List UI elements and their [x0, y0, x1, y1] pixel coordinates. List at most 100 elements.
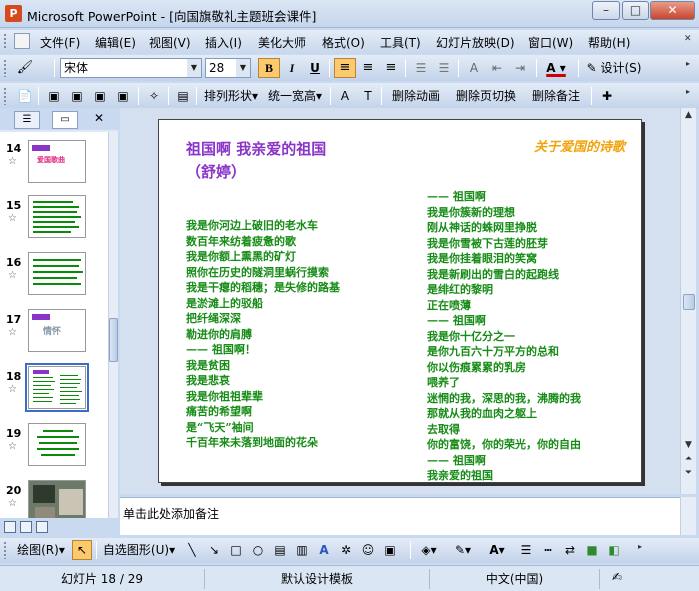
- previous-slide-icon[interactable]: ⏶: [681, 452, 696, 466]
- insert-picture-icon[interactable]: ▣: [380, 540, 400, 560]
- toolbar-grip[interactable]: [3, 59, 7, 77]
- diagram-icon[interactable]: ✲: [336, 540, 356, 560]
- vertical-textbox-icon[interactable]: ▥: [292, 540, 312, 560]
- current-slide[interactable]: 祖国啊 我亲爱的祖国 （舒婷） 关于爱国的诗歌 我是你河边上破旧的老水车 数百年来…: [158, 119, 642, 483]
- align-left-icon[interactable]: ≡: [334, 58, 356, 78]
- shadow-icon[interactable]: ■: [582, 540, 602, 560]
- page-icon[interactable]: ▤: [172, 86, 194, 106]
- bullet-list-icon[interactable]: ☰: [433, 58, 455, 78]
- delete-notes-button[interactable]: 删除备注: [526, 86, 586, 106]
- 3d-icon[interactable]: ◧: [604, 540, 624, 560]
- notes-placeholder[interactable]: 单击此处添加备注: [123, 505, 219, 522]
- menu-beautify[interactable]: 美化大师: [258, 34, 306, 51]
- minimize-button[interactable]: –: [592, 1, 620, 20]
- picture-icon[interactable]: ▣: [89, 86, 111, 106]
- scroll-up-icon[interactable]: ▲: [681, 108, 696, 122]
- chevron-down-icon[interactable]: ▼: [187, 59, 201, 77]
- draw-menu-button[interactable]: 绘图(R)▾: [12, 540, 70, 560]
- arrange-shapes-button[interactable]: 排列形状▾: [200, 86, 262, 106]
- decrease-indent-icon[interactable]: ⇤: [486, 58, 508, 78]
- font-size-combo[interactable]: 28 ▼: [205, 58, 251, 78]
- maximize-button[interactable]: □: [622, 1, 649, 20]
- slide-thumbnail[interactable]: [28, 423, 86, 466]
- normal-view-icon[interactable]: [4, 521, 16, 533]
- tab-slides[interactable]: ▭: [52, 111, 78, 129]
- slide-sorter-icon[interactable]: [20, 521, 32, 533]
- thumbnail-scrollbar[interactable]: [108, 132, 118, 518]
- toolbar-grip[interactable]: [3, 33, 7, 50]
- menu-format[interactable]: 格式(O): [322, 34, 365, 51]
- menu-window[interactable]: 窗口(W): [528, 34, 573, 51]
- slide-corner-title[interactable]: 关于爱国的诗歌: [534, 136, 625, 155]
- menu-edit[interactable]: 编辑(E): [95, 34, 136, 51]
- menu-view[interactable]: 视图(V): [149, 34, 191, 51]
- notes-pane[interactable]: 单击此处添加备注: [120, 497, 680, 535]
- select-arrow-icon[interactable]: ↖: [72, 540, 92, 560]
- line-color-icon[interactable]: ✎▾: [448, 540, 478, 560]
- dash-style-icon[interactable]: ┅: [538, 540, 558, 560]
- delete-animation-button[interactable]: 删除动画: [386, 86, 446, 106]
- slide-scrollbar[interactable]: ▲ ▼ ⏶ ⏷: [680, 108, 696, 494]
- menu-close-icon[interactable]: ✕: [684, 34, 695, 49]
- underline-button[interactable]: U: [304, 58, 326, 78]
- format-painter-icon[interactable]: 🖌: [14, 58, 36, 78]
- close-pane-icon[interactable]: ✕: [94, 111, 104, 125]
- toolbar-options-icon[interactable]: ▸: [686, 87, 696, 105]
- magic-wand-icon[interactable]: ✧: [143, 86, 165, 106]
- slide-thumbnail[interactable]: 爱国歌曲: [28, 140, 86, 183]
- uniform-size-button[interactable]: 统一宽高▾: [264, 86, 326, 106]
- text-format-icon[interactable]: Ｔ: [357, 86, 379, 106]
- increase-indent-icon[interactable]: ⇥: [509, 58, 531, 78]
- slide-title[interactable]: 祖国啊 我亲爱的祖国 （舒婷）: [186, 138, 326, 184]
- slide-thumbnail[interactable]: [28, 480, 86, 518]
- rectangle-icon[interactable]: □: [226, 540, 246, 560]
- picture-icon[interactable]: ▣: [66, 86, 88, 106]
- document-icon[interactable]: [14, 33, 30, 49]
- spellcheck-icon[interactable]: ✍: [612, 570, 630, 586]
- close-button[interactable]: ✕: [650, 1, 695, 20]
- italic-button[interactable]: I: [281, 58, 303, 78]
- help-icon[interactable]: ✚: [596, 86, 618, 106]
- toolbar-options-icon[interactable]: ▸: [686, 59, 696, 77]
- slide-thumbnail[interactable]: 情怀: [28, 309, 86, 352]
- text-color-icon[interactable]: A▾: [482, 540, 512, 560]
- status-template[interactable]: 默认设计模板: [205, 569, 430, 589]
- slide-thumbnail-selected[interactable]: [25, 363, 89, 412]
- notes-scrollbar[interactable]: [680, 497, 696, 535]
- slideshow-icon[interactable]: [36, 521, 48, 533]
- design-button[interactable]: ✎ 设计(S): [583, 58, 645, 78]
- scrollbar-thumb[interactable]: [109, 318, 118, 362]
- scroll-down-icon[interactable]: ▼: [681, 438, 696, 452]
- textbox-icon[interactable]: ▤: [270, 540, 290, 560]
- line-icon[interactable]: ╲: [182, 540, 202, 560]
- menu-file[interactable]: 文件(F): [40, 34, 80, 51]
- line-style-icon[interactable]: ☰: [516, 540, 536, 560]
- new-slide-icon[interactable]: 📄: [14, 86, 36, 106]
- chevron-down-icon[interactable]: ▼: [236, 59, 250, 77]
- delete-transition-button[interactable]: 删除页切换: [450, 86, 522, 106]
- tab-outline[interactable]: ☰: [14, 111, 40, 129]
- fill-color-icon[interactable]: ◈▾: [414, 540, 444, 560]
- oval-icon[interactable]: ○: [248, 540, 268, 560]
- text-format-icon[interactable]: Ａ: [334, 86, 356, 106]
- wordart-icon[interactable]: A: [314, 540, 334, 560]
- toolbar-grip[interactable]: [3, 541, 7, 559]
- picture-icon[interactable]: ▣: [112, 86, 134, 106]
- picture-icon[interactable]: ▣: [43, 86, 65, 106]
- slide-thumbnail[interactable]: [28, 252, 86, 295]
- toolbar-grip[interactable]: [3, 87, 7, 105]
- bold-button[interactable]: B: [258, 58, 280, 78]
- font-name-combo[interactable]: 宋体 ▼: [60, 58, 202, 78]
- font-color-button[interactable]: A ▾: [541, 58, 571, 78]
- menu-help[interactable]: 帮助(H): [588, 34, 630, 51]
- menu-tools[interactable]: 工具(T): [380, 34, 421, 51]
- increase-font-icon[interactable]: A: [463, 58, 485, 78]
- numbered-list-icon[interactable]: ☰: [410, 58, 432, 78]
- arrow-style-icon[interactable]: ⇄: [560, 540, 580, 560]
- arrow-icon[interactable]: ↘: [204, 540, 224, 560]
- toolbar-options-icon[interactable]: ▸: [638, 542, 648, 560]
- scrollbar-thumb[interactable]: [683, 294, 695, 310]
- next-slide-icon[interactable]: ⏷: [681, 466, 696, 480]
- menu-slideshow[interactable]: 幻灯片放映(D): [436, 34, 515, 51]
- align-center-icon[interactable]: ≡: [357, 58, 379, 78]
